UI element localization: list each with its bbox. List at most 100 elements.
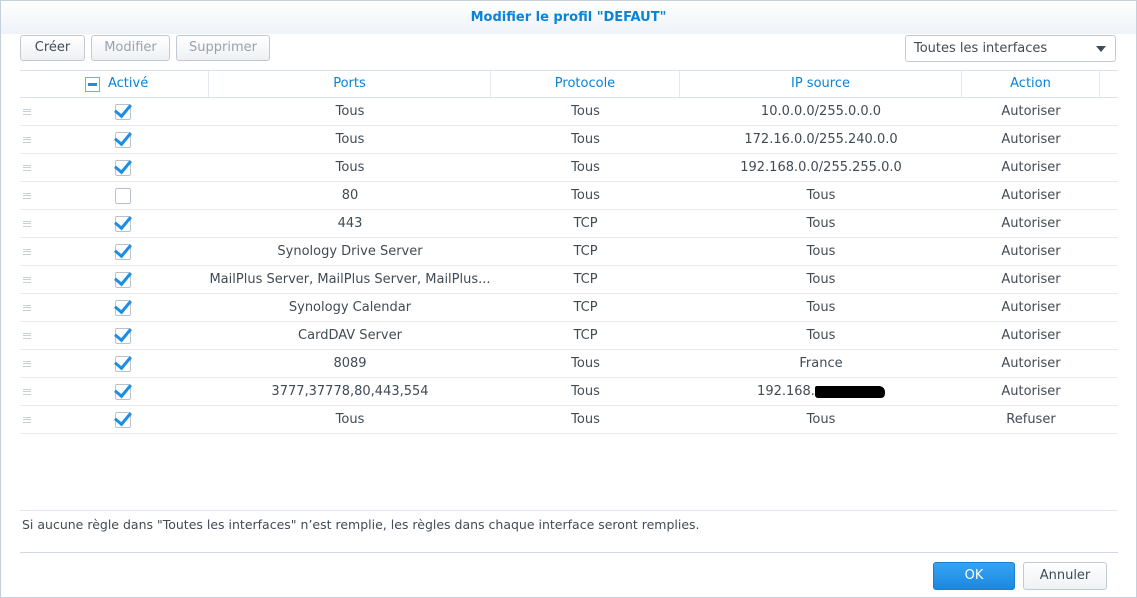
protocol-cell: Tous [571, 160, 600, 175]
enabled-cell [20, 266, 209, 293]
ports-cell: 8089 [333, 356, 367, 371]
drag-handle-icon[interactable] [23, 417, 31, 423]
table-row[interactable]: Tous Tous 192.168.0.0/255.255.0.0 Autoriser [20, 154, 1118, 182]
source-ip-text: Tous [806, 244, 836, 259]
action-cell: Autoriser [1001, 384, 1061, 399]
drag-handle-icon[interactable] [23, 165, 31, 171]
ok-button[interactable]: OK [933, 562, 1015, 590]
source-ip-text: Tous [806, 216, 836, 231]
enabled-checkbox[interactable] [114, 407, 132, 428]
drag-handle-icon[interactable] [23, 389, 31, 395]
modify-button[interactable]: Modifier [91, 35, 170, 61]
checkmark-icon [114, 351, 132, 371]
chevron-down-icon [1096, 46, 1106, 52]
source-ip-cell: 10.0.0.0/255.0.0.0 [680, 98, 962, 125]
source-ip-text: Tous [806, 188, 836, 203]
ports-cell: Tous [335, 160, 365, 175]
header-source-ip[interactable]: IP source [680, 71, 962, 97]
drag-handle-icon[interactable] [23, 137, 31, 143]
divider [20, 552, 1118, 553]
action-cell: Autoriser [1001, 328, 1061, 343]
source-ip-text: Tous [806, 300, 836, 315]
interface-select[interactable]: Toutes les interfaces [905, 35, 1116, 62]
table-row[interactable]: Tous Tous Tous Refuser [20, 406, 1118, 434]
header-enabled[interactable]: Activé [20, 71, 209, 97]
checkmark-icon [114, 267, 132, 287]
source-ip-cell: 192.168. [680, 378, 962, 405]
create-button[interactable]: Créer [20, 35, 85, 61]
action-cell: Autoriser [1001, 244, 1061, 259]
drag-handle-icon[interactable] [23, 361, 31, 367]
ports-cell: 80 [341, 188, 359, 203]
source-ip-text: 172.16.0.0/255.240.0.0 [744, 132, 898, 147]
cancel-button[interactable]: Annuler [1023, 562, 1107, 590]
enabled-checkbox[interactable] [114, 267, 132, 288]
drag-handle-icon[interactable] [23, 305, 31, 311]
checkmark-icon [114, 127, 132, 147]
select-all-checkbox[interactable] [85, 77, 100, 92]
enabled-checkbox[interactable] [115, 188, 131, 204]
action-cell: Autoriser [1001, 216, 1061, 231]
enabled-checkbox[interactable] [114, 323, 132, 344]
enabled-checkbox[interactable] [114, 155, 132, 176]
enabled-checkbox[interactable] [114, 379, 132, 400]
table-row[interactable]: CardDAV Server TCP Tous Autoriser [20, 322, 1118, 350]
table-row[interactable]: Synology Calendar TCP Tous Autoriser [20, 294, 1118, 322]
checkmark-icon [114, 379, 132, 399]
drag-handle-icon[interactable] [23, 109, 31, 115]
table-row[interactable]: Tous Tous 10.0.0.0/255.0.0.0 Autoriser [20, 98, 1118, 126]
enabled-checkbox[interactable] [114, 295, 132, 316]
header-action[interactable]: Action [962, 71, 1100, 97]
ports-cell: Tous [335, 132, 365, 147]
action-cell: Autoriser [1001, 160, 1061, 175]
rules-table: Activé Ports Protocole IP source Action … [20, 70, 1118, 434]
action-cell: Autoriser [1001, 356, 1061, 371]
ports-cell: Synology Drive Server [277, 244, 423, 259]
protocol-cell: TCP [573, 300, 598, 315]
checkmark-icon [114, 99, 132, 119]
divider [20, 510, 1118, 511]
enabled-checkbox[interactable] [114, 99, 132, 120]
ports-cell: CardDAV Server [298, 328, 402, 343]
enabled-cell [20, 350, 209, 377]
table-row[interactable]: 80 Tous Tous Autoriser [20, 182, 1118, 210]
ports-cell: Synology Calendar [288, 300, 412, 315]
table-row[interactable]: Tous Tous 172.16.0.0/255.240.0.0 Autoriser [20, 126, 1118, 154]
checkmark-icon [114, 407, 132, 427]
ports-cell: 443 [337, 216, 363, 231]
enabled-checkbox[interactable] [114, 239, 132, 260]
source-ip-cell: 172.16.0.0/255.240.0.0 [680, 126, 962, 153]
action-cell: Autoriser [1001, 104, 1061, 119]
drag-handle-icon[interactable] [23, 193, 31, 199]
table-row[interactable]: 8089 Tous France Autoriser [20, 350, 1118, 378]
enabled-checkbox[interactable] [114, 351, 132, 372]
ports-cell: MailPlus Server, MailPlus Server, MailPl… [209, 272, 491, 287]
header-ports[interactable]: Ports [209, 71, 491, 97]
table-row[interactable]: 3777,37778,80,443,554 Tous 192.168. Autoris… [20, 378, 1118, 406]
drag-handle-icon[interactable] [23, 277, 31, 283]
ports-cell: Tous [335, 412, 365, 427]
drag-handle-icon[interactable] [23, 249, 31, 255]
enabled-cell [20, 322, 209, 349]
source-ip-text: 10.0.0.0/255.0.0.0 [760, 104, 882, 119]
delete-button[interactable]: Supprimer [176, 35, 270, 61]
protocol-cell: Tous [571, 132, 600, 147]
source-ip-cell: France [680, 350, 962, 377]
table-header: Activé Ports Protocole IP source Action [20, 70, 1118, 98]
header-protocol[interactable]: Protocole [491, 71, 680, 97]
table-row[interactable]: 443 TCP Tous Autoriser [20, 210, 1118, 238]
indeterminate-icon [88, 83, 97, 86]
enabled-cell [20, 210, 209, 237]
source-ip-text: France [799, 356, 843, 371]
enabled-checkbox[interactable] [114, 127, 132, 148]
enabled-checkbox[interactable] [114, 211, 132, 232]
table-row[interactable]: MailPlus Server, MailPlus Server, MailPl… [20, 266, 1118, 294]
table-row[interactable]: Synology Drive Server TCP Tous Autoriser [20, 238, 1118, 266]
redaction-mark [814, 385, 885, 398]
drag-handle-icon[interactable] [23, 333, 31, 339]
source-ip-cell: Tous [680, 182, 962, 209]
source-ip-cell: Tous [680, 294, 962, 321]
header-enabled-label: Activé [108, 76, 149, 91]
drag-handle-icon[interactable] [23, 221, 31, 227]
protocol-cell: TCP [573, 328, 598, 343]
